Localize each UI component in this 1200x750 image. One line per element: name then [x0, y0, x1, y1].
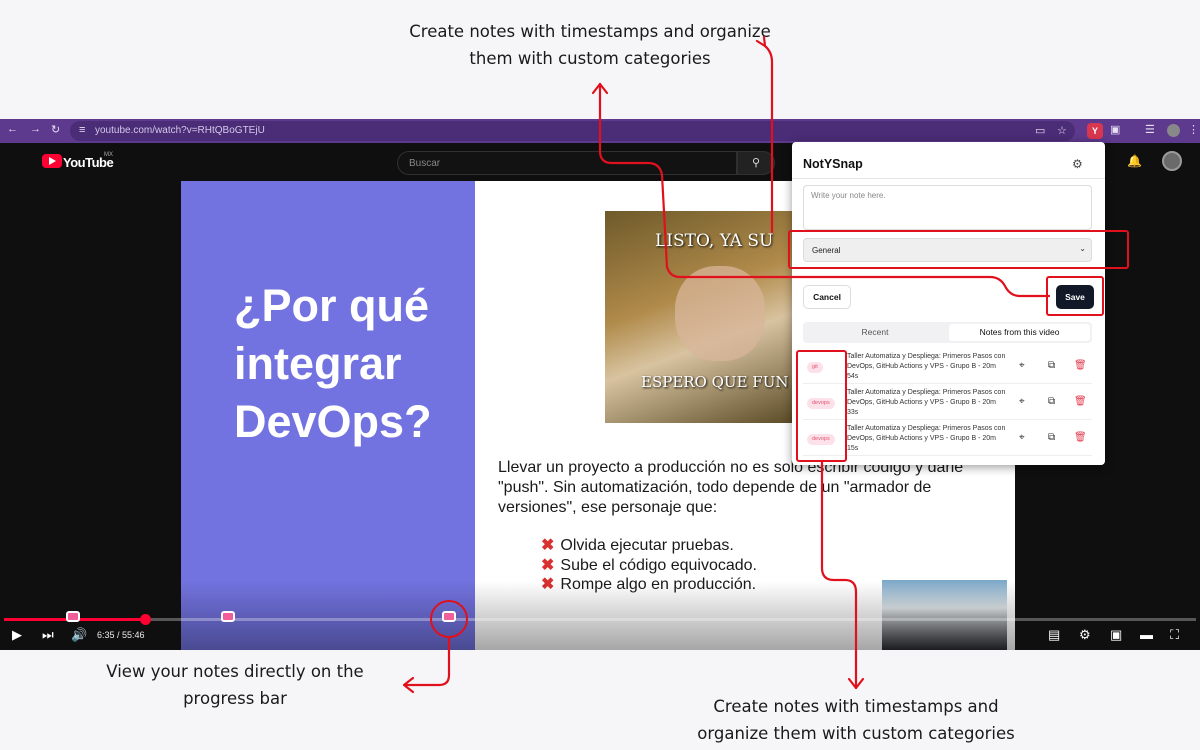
cross-mark-icon: ✖ [541, 556, 555, 574]
reload-icon[interactable]: ↻ [51, 123, 60, 136]
jump-to-timestamp-icon[interactable]: ⌖ [1019, 360, 1025, 371]
copy-icon[interactable]: ⧉ [1048, 396, 1055, 407]
slide-body-text: Llevar un proyecto a producción no es so… [498, 459, 964, 516]
highlight-category-select [788, 230, 1129, 269]
play-icon[interactable]: ▶ [12, 627, 22, 643]
list-item: ✖ Olvida ejecutar pruebas. [541, 536, 757, 556]
forward-icon[interactable]: → [30, 123, 41, 135]
progress-scrubber[interactable] [139, 614, 151, 625]
theater-mode-icon[interactable]: ▬ [1140, 627, 1153, 642]
note-title[interactable]: Taller Automatiza y Despliega: Primeros … [847, 388, 1007, 419]
note-title[interactable]: Taller Automatiza y Despliega: Primeros … [847, 352, 1007, 383]
video-gradient-overlay [181, 581, 1015, 650]
caption-left: View your notes directly on the progress… [106, 662, 364, 708]
promo-canvas: Create notes with timestamps and organiz… [0, 0, 1200, 750]
arrowhead [402, 676, 415, 694]
slide-title: ¿Por qué integrar DevOps? [234, 280, 432, 447]
slide-title-panel: ¿Por qué integrar DevOps? [181, 181, 475, 650]
cast-icon[interactable]: ▭ [1035, 124, 1045, 137]
notysnap-extension-icon[interactable]: Y [1087, 123, 1103, 139]
caption-top: Create notes with timestamps and organiz… [409, 22, 771, 68]
youtube-logo-icon[interactable] [42, 154, 62, 168]
fullscreen-icon[interactable]: ⛶ [1170, 627, 1179, 643]
meme-image: LISTO, YA SU ESPERO QUE FUN [605, 211, 805, 423]
site-info-icon[interactable]: ≡ [79, 124, 85, 136]
back-icon[interactable]: ← [7, 123, 18, 135]
menu-icon[interactable]: ⋮ [1188, 123, 1199, 136]
caption-bottom: Create notes with timestamps and organiz… [697, 697, 1015, 743]
time-display: 6:35 / 55:46 [97, 630, 145, 640]
cancel-button[interactable]: Cancel [803, 285, 851, 309]
tab-notes-from-this-video[interactable]: Notes from this video [949, 324, 1090, 341]
account-avatar[interactable] [1162, 151, 1182, 171]
highlight-category-badges [796, 350, 847, 462]
next-icon[interactable]: ⏭ [42, 627, 54, 643]
settings-gear-icon[interactable]: ⚙ [1072, 157, 1083, 171]
notes-tabs: Recent Notes from this video [803, 322, 1092, 343]
subtitles-icon[interactable]: ▤ [1048, 627, 1060, 643]
settings-gear-icon[interactable]: ⚙ [1079, 627, 1091, 643]
bullet-text: Olvida ejecutar pruebas. [560, 537, 734, 554]
note-textarea[interactable] [803, 185, 1092, 230]
meme-top-text: LISTO, YA SU [655, 231, 774, 251]
copy-icon[interactable]: ⧉ [1048, 360, 1055, 371]
tab-search-icon[interactable]: ☰ [1145, 123, 1155, 136]
region-code: MX [104, 152, 113, 158]
meme-face [675, 266, 765, 361]
trash-icon[interactable]: 🗑 [1074, 360, 1087, 371]
arrowhead [847, 677, 865, 690]
note-marker[interactable] [221, 611, 236, 622]
jump-to-timestamp-icon[interactable]: ⌖ [1019, 396, 1025, 407]
search-button[interactable]: ⚲ [737, 151, 775, 175]
note-title[interactable]: Taller Automatiza y Despliega: Primeros … [847, 424, 1007, 455]
list-item: ✖ Sube el código equivocado. [541, 556, 757, 576]
bullet-text: Sube el código equivocado. [560, 556, 757, 574]
extensions-icon[interactable]: ▣ [1110, 123, 1120, 136]
star-icon[interactable]: ☆ [1057, 124, 1067, 137]
miniplayer-icon[interactable]: ▣ [1110, 627, 1122, 643]
volume-icon[interactable]: 🔊 [71, 627, 87, 643]
highlight-save-button [1046, 276, 1104, 316]
url-text: youtube.com/watch?v=RHtQBoGTEjU [95, 125, 265, 136]
tab-recent[interactable]: Recent [803, 322, 947, 343]
trash-icon[interactable]: 🗑 [1074, 396, 1087, 407]
notifications-bell-icon[interactable]: 🔔 [1127, 154, 1142, 168]
arrowhead [591, 82, 609, 95]
search-placeholder: Buscar [409, 158, 441, 169]
jump-to-timestamp-icon[interactable]: ⌖ [1019, 432, 1025, 443]
highlight-progress-marker [430, 600, 468, 638]
meme-bottom-text: ESPERO QUE FUN [641, 373, 789, 391]
trash-icon[interactable]: 🗑 [1074, 432, 1087, 443]
popup-title: NotYSnap [803, 157, 863, 171]
cross-mark-icon: ✖ [541, 537, 555, 554]
profile-avatar[interactable] [1167, 124, 1180, 137]
divider [792, 178, 1105, 179]
search-input[interactable]: Buscar [397, 151, 737, 175]
copy-icon[interactable]: ⧉ [1048, 432, 1055, 443]
note-marker[interactable] [66, 611, 81, 622]
progress-bar[interactable] [4, 614, 1196, 625]
browser-toolbar: ← → ↻ ≡ youtube.com/watch?v=RHtQBoGTEjU … [0, 119, 1200, 143]
address-bar[interactable]: ≡ youtube.com/watch?v=RHtQBoGTEjU ▭ ☆ [70, 121, 1075, 141]
